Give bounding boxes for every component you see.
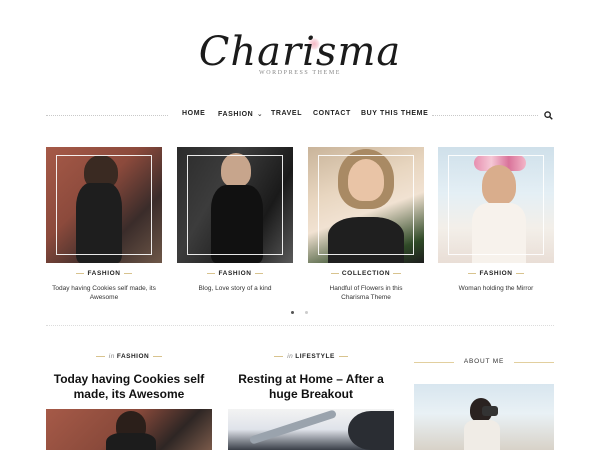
- nav-divider-left: [46, 115, 168, 116]
- slide-title-2[interactable]: Blog, Love story of a kind: [177, 284, 293, 293]
- post-knife-shape: [248, 409, 338, 445]
- slide-image-1[interactable]: [46, 147, 162, 263]
- slide-frame: [448, 155, 544, 255]
- slide-category-label: FASHION: [218, 270, 252, 277]
- slide-frame: [318, 155, 414, 255]
- post-dark-shape: [348, 411, 394, 450]
- post-category-label: LIFESTYLE: [295, 353, 335, 360]
- nav-item-buy-theme[interactable]: BUY THIS THEME: [361, 110, 428, 117]
- slide-title-3[interactable]: Handful of Flowers in this Charisma Them…: [308, 284, 424, 302]
- nav-item-fashion-label: FASHION: [218, 111, 254, 118]
- slide-title-1[interactable]: Today having Cookies self made, its Awes…: [46, 284, 162, 302]
- slide-category-1[interactable]: FASHION: [46, 270, 162, 277]
- slide-category-label: COLLECTION: [341, 270, 391, 277]
- post-title-2[interactable]: Resting at Home – After a huge Breakout: [228, 372, 394, 402]
- about-person-body: [464, 420, 500, 450]
- slide-category-3[interactable]: COLLECTION: [308, 270, 424, 277]
- nav-item-fashion[interactable]: FASHION ⌄: [218, 110, 263, 118]
- search-icon[interactable]: [544, 111, 553, 120]
- slider-dot[interactable]: [305, 311, 308, 314]
- nav-item-travel[interactable]: TRAVEL: [271, 110, 302, 117]
- main-navigation: HOME FASHION ⌄ TRAVEL CONTACT BUY THIS T…: [46, 107, 554, 123]
- slide-frame: [56, 155, 152, 255]
- slider-dot-active[interactable]: [291, 311, 294, 314]
- post-category-1[interactable]: in FASHION: [46, 353, 212, 360]
- post-image-2[interactable]: [228, 409, 394, 450]
- slide-image-4[interactable]: [438, 147, 554, 263]
- slide-category-label: FASHION: [87, 270, 121, 277]
- slide-category-2[interactable]: FASHION: [177, 270, 293, 277]
- camera-icon: [482, 406, 498, 416]
- site-logo[interactable]: Charisma WORDPRESS THEME: [0, 28, 600, 84]
- slide-category-label: FASHION: [479, 270, 513, 277]
- nav-divider-right: [432, 115, 538, 116]
- about-me-title: ABOUT ME: [463, 358, 505, 365]
- slide-image-3[interactable]: [308, 147, 424, 263]
- post-category-label: FASHION: [116, 353, 150, 360]
- about-me-image[interactable]: [414, 384, 554, 450]
- logo-tagline: WORDPRESS THEME: [258, 70, 342, 76]
- nav-item-home[interactable]: HOME: [182, 110, 205, 117]
- slide-image-2[interactable]: [177, 147, 293, 263]
- post-in-label: in: [108, 353, 115, 360]
- logo-text: Charisma: [198, 29, 402, 75]
- post-person-body: [106, 433, 156, 450]
- section-divider: [46, 325, 554, 326]
- chevron-down-icon: ⌄: [256, 111, 264, 118]
- nav-item-contact[interactable]: CONTACT: [313, 110, 351, 117]
- slide-title-4[interactable]: Woman holding the Mirror: [438, 284, 554, 293]
- slide-category-4[interactable]: FASHION: [438, 270, 554, 277]
- post-category-2[interactable]: in LIFESTYLE: [228, 353, 394, 360]
- slide-frame: [187, 155, 283, 255]
- post-in-label: in: [287, 353, 294, 360]
- post-title-1[interactable]: Today having Cookies self made, its Awes…: [46, 372, 212, 402]
- post-image-1[interactable]: [46, 409, 212, 450]
